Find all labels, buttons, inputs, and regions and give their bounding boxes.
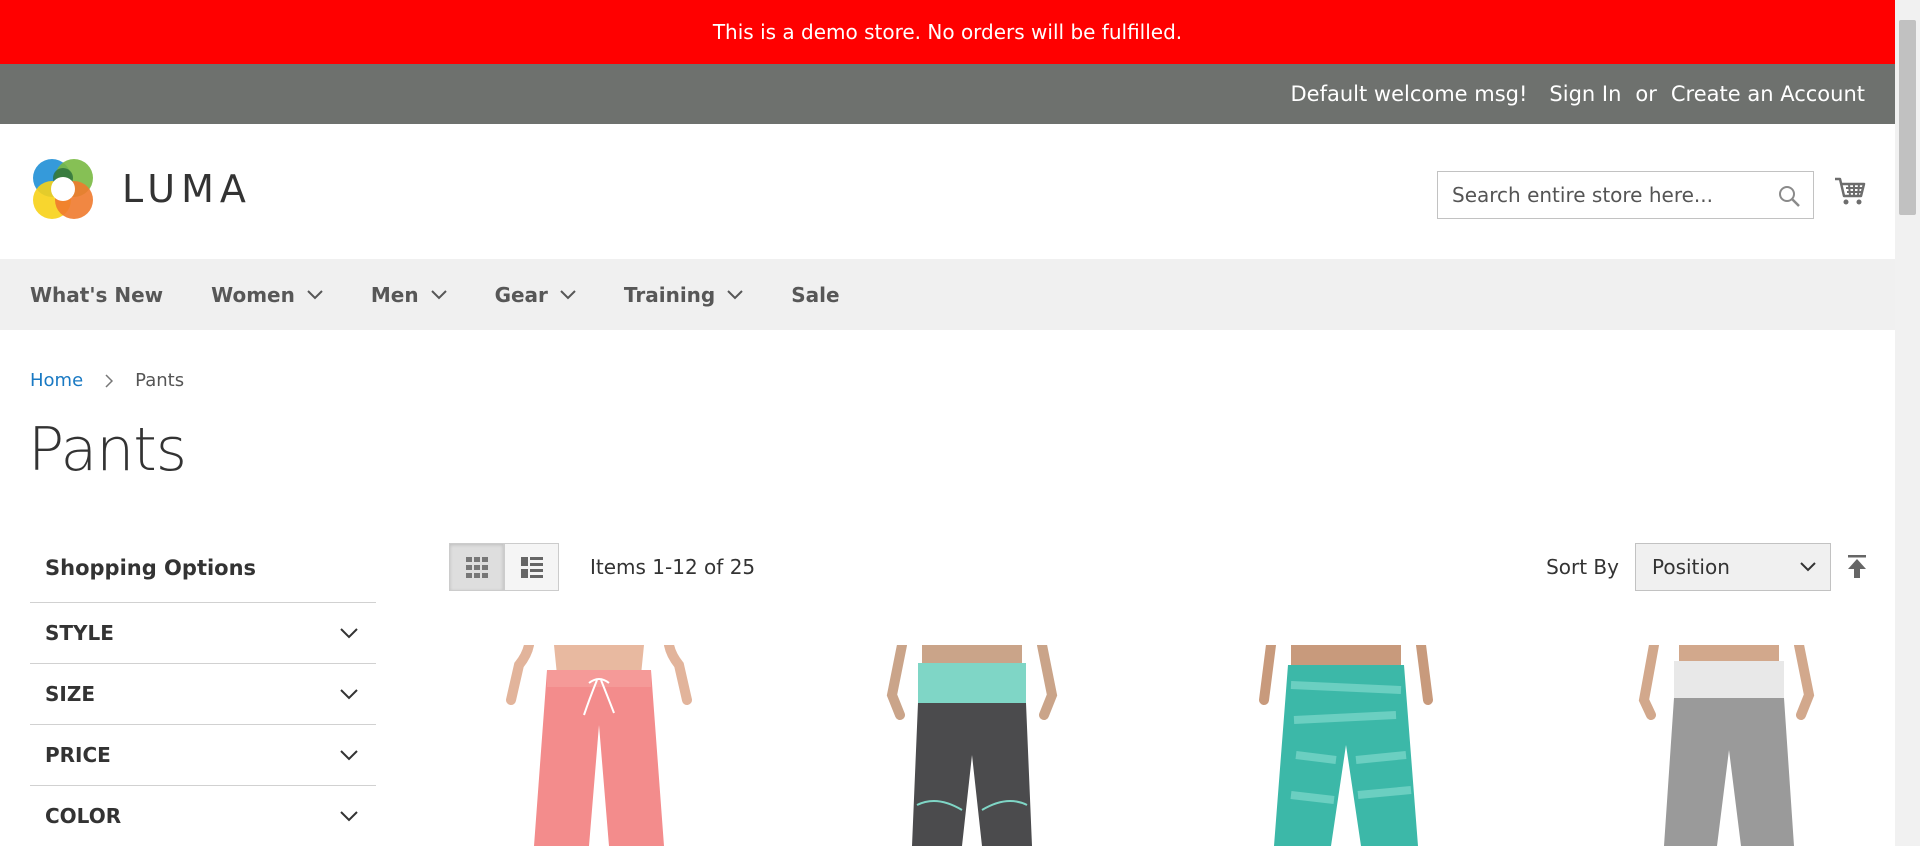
- nav-item-sale[interactable]: Sale: [791, 283, 839, 307]
- main-navigation: What's New Women Men Gear Training Sale: [0, 259, 1895, 330]
- product-image-pink-sweatpants[interactable]: [449, 645, 749, 846]
- nav-item-label: Sale: [791, 282, 840, 307]
- search-box: [1437, 171, 1814, 219]
- products-toolbar: Items 1-12 of 25 Sort By Position: [449, 543, 1869, 593]
- scrollbar-thumb[interactable]: [1899, 20, 1916, 215]
- filter-size[interactable]: SIZE: [30, 663, 376, 724]
- filter-style[interactable]: STYLE: [30, 602, 376, 663]
- toolbar-amount: Items 1-12 of 25: [590, 555, 756, 579]
- nav-item-label: Gear: [494, 282, 548, 307]
- product-item[interactable]: [1569, 645, 1869, 846]
- nav-item-whats-new[interactable]: What's New: [30, 283, 163, 307]
- breadcrumb-current: Pants: [135, 370, 185, 391]
- sort-direction-arrow-up-icon[interactable]: [1845, 554, 1869, 580]
- demo-store-notice: This is a demo store. No orders will be …: [0, 0, 1895, 64]
- nav-item-gear[interactable]: Gear: [495, 283, 576, 307]
- nav-item-training[interactable]: Training: [624, 283, 743, 307]
- chevron-down-icon: [430, 289, 447, 299]
- luma-logo-icon: [33, 159, 93, 219]
- page-title: Pants: [28, 415, 187, 485]
- site-header: LUMA: [0, 124, 1895, 259]
- demo-notice-text: This is a demo store. No orders will be …: [712, 20, 1183, 44]
- filter-label: PRICE: [45, 743, 111, 767]
- chevron-down-icon: [1800, 562, 1816, 572]
- filter-label: SIZE: [45, 682, 96, 706]
- sort-by-value: Position: [1652, 555, 1730, 579]
- sign-in-link[interactable]: Sign In: [1549, 82, 1621, 106]
- sort-by-select[interactable]: Position: [1635, 543, 1831, 591]
- view-mode-switcher: [449, 543, 559, 591]
- product-image-gray-yoga-pants[interactable]: [1569, 645, 1869, 846]
- filter-price[interactable]: PRICE: [30, 724, 376, 785]
- nav-item-label: Training: [623, 282, 716, 307]
- product-image-gray-mint-leggings[interactable]: [822, 645, 1122, 846]
- product-image-teal-pattern-leggings[interactable]: [1196, 645, 1496, 846]
- sorter: Sort By Position: [1546, 543, 1869, 591]
- list-view-button[interactable]: [504, 543, 559, 591]
- page-scrollbar[interactable]: [1895, 0, 1920, 846]
- breadcrumb: Home Pants: [30, 370, 184, 391]
- chevron-down-icon: [727, 289, 743, 299]
- list-icon: [520, 557, 543, 578]
- sort-by-label: Sort By: [1546, 555, 1619, 579]
- nav-item-label: Women: [211, 282, 295, 307]
- grid-view-button[interactable]: [449, 543, 504, 591]
- search-icon[interactable]: [1777, 184, 1801, 208]
- filter-sidebar: Shopping Options STYLE SIZE PRICE COLOR: [30, 540, 376, 846]
- chevron-down-icon: [340, 627, 358, 638]
- chevron-right-icon: [105, 373, 114, 388]
- logo-text: LUMA: [122, 167, 252, 211]
- cart-icon[interactable]: [1833, 174, 1867, 208]
- breadcrumb-home-link[interactable]: Home: [30, 370, 83, 391]
- product-item[interactable]: [822, 645, 1122, 846]
- nav-item-women[interactable]: Women: [211, 283, 323, 307]
- search-input[interactable]: [1452, 183, 1772, 207]
- filter-label: STYLE: [45, 621, 114, 645]
- welcome-message: Default welcome msg!: [1290, 82, 1528, 106]
- chevron-down-icon: [340, 749, 358, 760]
- filter-color[interactable]: COLOR: [30, 785, 376, 846]
- shopping-options-title: Shopping Options: [45, 556, 257, 580]
- chevron-down-icon: [340, 810, 358, 821]
- product-item[interactable]: [449, 645, 749, 846]
- grid-icon: [465, 557, 488, 578]
- header-links-bar: Default welcome msg! Sign In or Create a…: [0, 64, 1895, 124]
- product-item[interactable]: [1196, 645, 1496, 846]
- chevron-down-icon: [307, 289, 323, 299]
- product-grid: [449, 645, 1869, 846]
- nav-item-label: Men: [370, 282, 419, 307]
- chevron-down-icon: [560, 289, 576, 299]
- create-account-link[interactable]: Create an Account: [1671, 82, 1865, 106]
- logo[interactable]: LUMA: [30, 156, 252, 222]
- filter-label: COLOR: [45, 804, 122, 828]
- chevron-down-icon: [340, 688, 358, 699]
- nav-item-label: What's New: [30, 282, 164, 307]
- or-text: or: [1635, 82, 1657, 106]
- nav-item-men[interactable]: Men: [371, 283, 447, 307]
